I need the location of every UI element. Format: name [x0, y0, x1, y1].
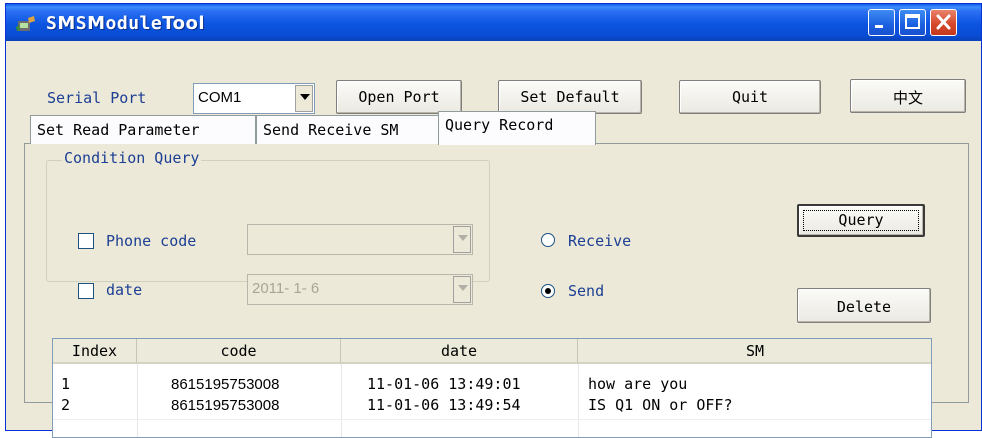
- query-button[interactable]: Query: [797, 204, 925, 237]
- column-header-date[interactable]: date: [341, 339, 578, 364]
- open-port-button[interactable]: Open Port: [336, 80, 462, 114]
- column-header-sm[interactable]: SM: [578, 339, 931, 364]
- cell-code: 8615195753008: [171, 376, 280, 393]
- language-button[interactable]: 中文: [850, 79, 966, 113]
- date-checkbox[interactable]: [78, 283, 94, 299]
- cell-index: 1: [61, 375, 71, 393]
- cell-date: 11-01-06 13:49:01: [367, 375, 521, 393]
- serial-port-select[interactable]: COM1: [193, 83, 315, 114]
- send-radio[interactable]: [541, 284, 555, 298]
- column-header-index[interactable]: Index: [53, 339, 137, 364]
- chevron-down-icon[interactable]: [295, 85, 313, 112]
- date-label: date: [106, 281, 143, 299]
- tab-send-receive-sm[interactable]: Send Receive SM: [256, 115, 461, 144]
- column-header-code[interactable]: code: [137, 339, 341, 364]
- date-value: 2011- 1- 6: [252, 280, 320, 297]
- set-default-button[interactable]: Set Default: [498, 80, 642, 114]
- minimize-icon: [875, 25, 883, 28]
- row-divider: [53, 419, 931, 420]
- cell-date: 11-01-06 13:49:54: [367, 396, 521, 414]
- table-row[interactable]: 1 8615195753008 11-01-06 13:49:01 how ar…: [53, 375, 931, 394]
- cell-code: 8615195753008: [171, 397, 280, 414]
- serial-port-label: Serial Port: [47, 89, 147, 107]
- close-icon: [936, 14, 951, 30]
- chevron-down-icon: [453, 226, 471, 253]
- delete-button[interactable]: Delete: [797, 288, 931, 323]
- phone-code-checkbox[interactable]: [78, 233, 94, 249]
- window-title: SMSModuleTool: [46, 13, 206, 34]
- cell-sm: how are you: [588, 375, 688, 393]
- serial-port-value: COM1: [198, 89, 242, 106]
- records-table[interactable]: Index code date SM 1 8615195753008 11-01…: [52, 338, 932, 438]
- chevron-down-icon: [453, 276, 471, 303]
- title-bar[interactable]: SMSModuleTool: [6, 4, 981, 41]
- table-header: Index code date SM: [53, 339, 931, 364]
- condition-query-title: Condition Query: [62, 149, 202, 167]
- receive-label: Receive: [568, 232, 632, 250]
- tab-set-read-parameter[interactable]: Set Read Parameter: [30, 115, 256, 144]
- cell-index: 2: [61, 396, 71, 414]
- phone-code-label: Phone code: [106, 232, 197, 250]
- phone-code-select[interactable]: [247, 224, 473, 255]
- app-icon: [16, 16, 35, 31]
- cell-sm: IS Q1 ON or OFF?: [588, 396, 733, 414]
- maximize-icon: [905, 14, 920, 29]
- minimize-button[interactable]: [868, 9, 895, 36]
- date-picker[interactable]: 2011- 1- 6: [247, 274, 473, 305]
- send-label: Send: [568, 282, 605, 300]
- maximize-button[interactable]: [899, 9, 926, 36]
- tab-query-record[interactable]: Query Record: [438, 111, 596, 145]
- close-button[interactable]: [930, 9, 957, 36]
- table-row[interactable]: 2 8615195753008 11-01-06 13:49:54 IS Q1 …: [53, 396, 931, 415]
- quit-button[interactable]: Quit: [679, 80, 821, 114]
- receive-radio[interactable]: [541, 233, 555, 247]
- condition-query-group: [46, 160, 490, 282]
